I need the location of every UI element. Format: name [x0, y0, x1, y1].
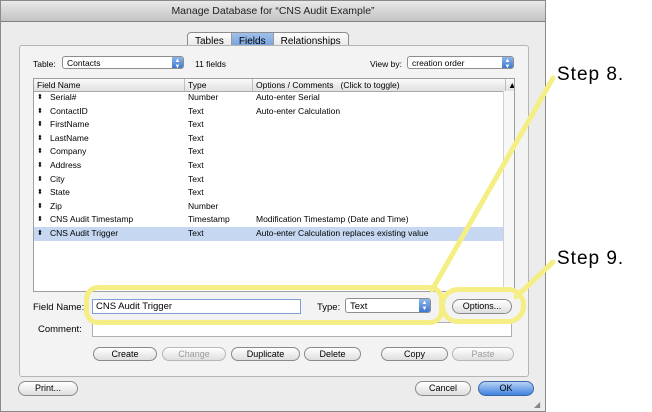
- step8-highlight: [84, 285, 444, 325]
- step8-label: Step 8.: [557, 64, 625, 85]
- step8-pointer-line: [429, 75, 556, 293]
- step9-label: Step 9.: [557, 248, 625, 269]
- step9-pointer-line: [513, 259, 556, 300]
- step9-highlight: [440, 287, 526, 324]
- callout-lines: [429, 75, 556, 300]
